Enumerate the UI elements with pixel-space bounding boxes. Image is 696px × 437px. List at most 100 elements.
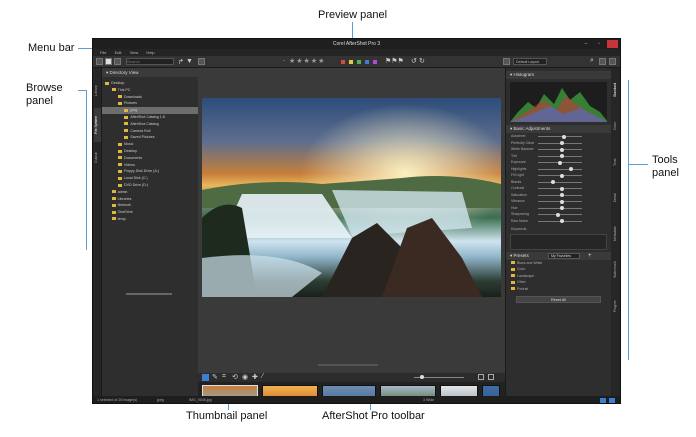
presets-header[interactable]: ▾ Presets My Favorites +: [506, 251, 611, 260]
preset-select[interactable]: My Favorites: [548, 252, 580, 259]
search-input[interactable]: [126, 58, 174, 65]
label-color-purple[interactable]: [373, 60, 377, 64]
label-color-blue[interactable]: [365, 60, 369, 64]
tree-item[interactable]: Videos: [102, 162, 198, 169]
tool-tab[interactable]: Tone: [613, 146, 620, 178]
add-preset-icon[interactable]: +: [588, 252, 592, 260]
heal-tool-icon[interactable]: ✚: [252, 373, 258, 381]
slider-track[interactable]: [538, 168, 582, 170]
slider-knob[interactable]: [560, 173, 564, 178]
basic-adjustments-header[interactable]: ▾ Basic Adjustments: [506, 125, 611, 133]
slider-knob[interactable]: [551, 180, 556, 184]
filter-icon[interactable]: ▼: [186, 58, 193, 65]
menu-help[interactable]: Help: [146, 49, 154, 56]
tool-tab[interactable]: Standard: [613, 74, 620, 106]
preset-item[interactable]: Portrait: [506, 286, 611, 293]
slider-knob[interactable]: [562, 134, 567, 139]
slider-knob[interactable]: [560, 154, 564, 158]
zoom-icon[interactable]: ⌕: [590, 57, 594, 65]
tab-file-system[interactable]: File System: [94, 108, 101, 142]
slider-knob[interactable]: [560, 141, 564, 145]
slider-knob[interactable]: [560, 193, 564, 197]
slider-knob[interactable]: [560, 219, 564, 223]
view-toggle-icon-2[interactable]: [609, 398, 615, 403]
tree-item[interactable]: temp: [102, 216, 198, 223]
rotate-left-icon[interactable]: ↺: [411, 57, 417, 65]
redeye-tool-icon[interactable]: ◉: [242, 373, 248, 381]
tool-tab[interactable]: Plugins: [613, 290, 620, 322]
tool-tab[interactable]: Metadata: [613, 218, 620, 250]
slider-track[interactable]: [538, 214, 582, 215]
slider-knob[interactable]: [557, 160, 562, 165]
tool-tab[interactable]: Detail: [613, 182, 620, 214]
tree-item[interactable]: AfterShot Catalog: [102, 121, 198, 128]
layout-icon[interactable]: [503, 58, 510, 65]
tree-item[interactable]: Saved Pictures: [102, 134, 198, 141]
tree-item[interactable]: Local Disk (C:): [102, 175, 198, 182]
rating-clear[interactable]: -: [283, 58, 285, 64]
fullscreen-icon[interactable]: [599, 58, 606, 65]
tree-item[interactable]: jpeg: [102, 107, 198, 114]
export-icon[interactable]: [198, 58, 205, 65]
view-toggle-icon[interactable]: [600, 398, 606, 403]
tree-item[interactable]: OneDrive: [102, 209, 198, 216]
menu-file[interactable]: File: [100, 49, 106, 56]
tree-item[interactable]: Floppy Disk Drive (A:): [102, 168, 198, 175]
slider-knob[interactable]: [568, 167, 573, 171]
minimize-button[interactable]: –: [580, 39, 592, 49]
slider-knob[interactable]: [560, 186, 564, 191]
sort-icon[interactable]: ↱: [178, 58, 184, 66]
browse-scrollbar[interactable]: [126, 293, 172, 295]
reset-all-button[interactable]: Reset All: [516, 296, 601, 303]
tool-tab[interactable]: Watermark: [613, 254, 620, 286]
crop-tool-icon[interactable]: ⌗: [222, 373, 226, 381]
tree-item[interactable]: This PC: [102, 87, 198, 94]
slider-knob[interactable]: [560, 147, 564, 152]
tool-tab[interactable]: Color: [613, 110, 620, 142]
label-color-yellow[interactable]: [349, 60, 353, 64]
close-button[interactable]: [607, 40, 618, 48]
rotate-right-icon[interactable]: ↻: [419, 57, 425, 65]
maximize-button[interactable]: ▫: [593, 39, 605, 49]
menu-view[interactable]: View: [130, 49, 139, 56]
slider-track[interactable]: [538, 181, 582, 183]
single-view-icon[interactable]: [114, 58, 121, 65]
tree-item[interactable]: Downloads: [102, 94, 198, 101]
tree-item[interactable]: admin: [102, 189, 198, 196]
tree-item[interactable]: DVD Drive (D:): [102, 182, 198, 189]
menu-edit[interactable]: Edit: [115, 49, 122, 56]
tree-item[interactable]: Libraries: [102, 196, 198, 203]
tree-item[interactable]: AfterShot Catalog 1.8: [102, 114, 198, 121]
tree-item[interactable]: Documents: [102, 155, 198, 162]
preview-image[interactable]: [202, 98, 501, 297]
keywords-box[interactable]: [510, 233, 607, 250]
slider-knob[interactable]: [555, 212, 560, 217]
tab-output[interactable]: Output: [94, 146, 101, 170]
split-view-icon[interactable]: [105, 58, 112, 65]
label-color-green[interactable]: [357, 60, 361, 64]
grid-view-icon[interactable]: [96, 58, 103, 65]
tree-item[interactable]: Music: [102, 141, 198, 148]
slider-track[interactable]: [538, 136, 582, 137]
tree-item[interactable]: Camera Roll: [102, 128, 198, 135]
straighten-tool-icon[interactable]: ⟲: [232, 373, 238, 381]
line-tool-icon[interactable]: ⁄: [262, 373, 263, 380]
zoom-slider-knob[interactable]: [420, 375, 424, 379]
tree-item[interactable]: Desktop: [102, 80, 198, 87]
layout-select[interactable]: Default Layout: [513, 58, 547, 65]
grid-toggle-icon[interactable]: [478, 374, 484, 380]
preview-scroll[interactable]: [318, 364, 378, 366]
histogram-header[interactable]: ▾ Histogram: [506, 71, 611, 79]
compare-icon[interactable]: [609, 58, 616, 65]
slider-knob[interactable]: [560, 199, 564, 204]
tree-item[interactable]: Desktop: [102, 148, 198, 155]
rating-stars[interactable]: ★★★★★: [289, 57, 325, 65]
tree-item[interactable]: Network: [102, 202, 198, 209]
tab-library[interactable]: Library: [94, 76, 101, 106]
label-color-red[interactable]: [341, 60, 345, 64]
slider-knob[interactable]: [560, 206, 564, 210]
filmstrip-toggle-icon[interactable]: [488, 374, 494, 380]
select-tool-icon[interactable]: [202, 374, 209, 381]
brush-tool-icon[interactable]: ✎: [212, 373, 218, 381]
tree-item[interactable]: Pictures: [102, 100, 198, 107]
